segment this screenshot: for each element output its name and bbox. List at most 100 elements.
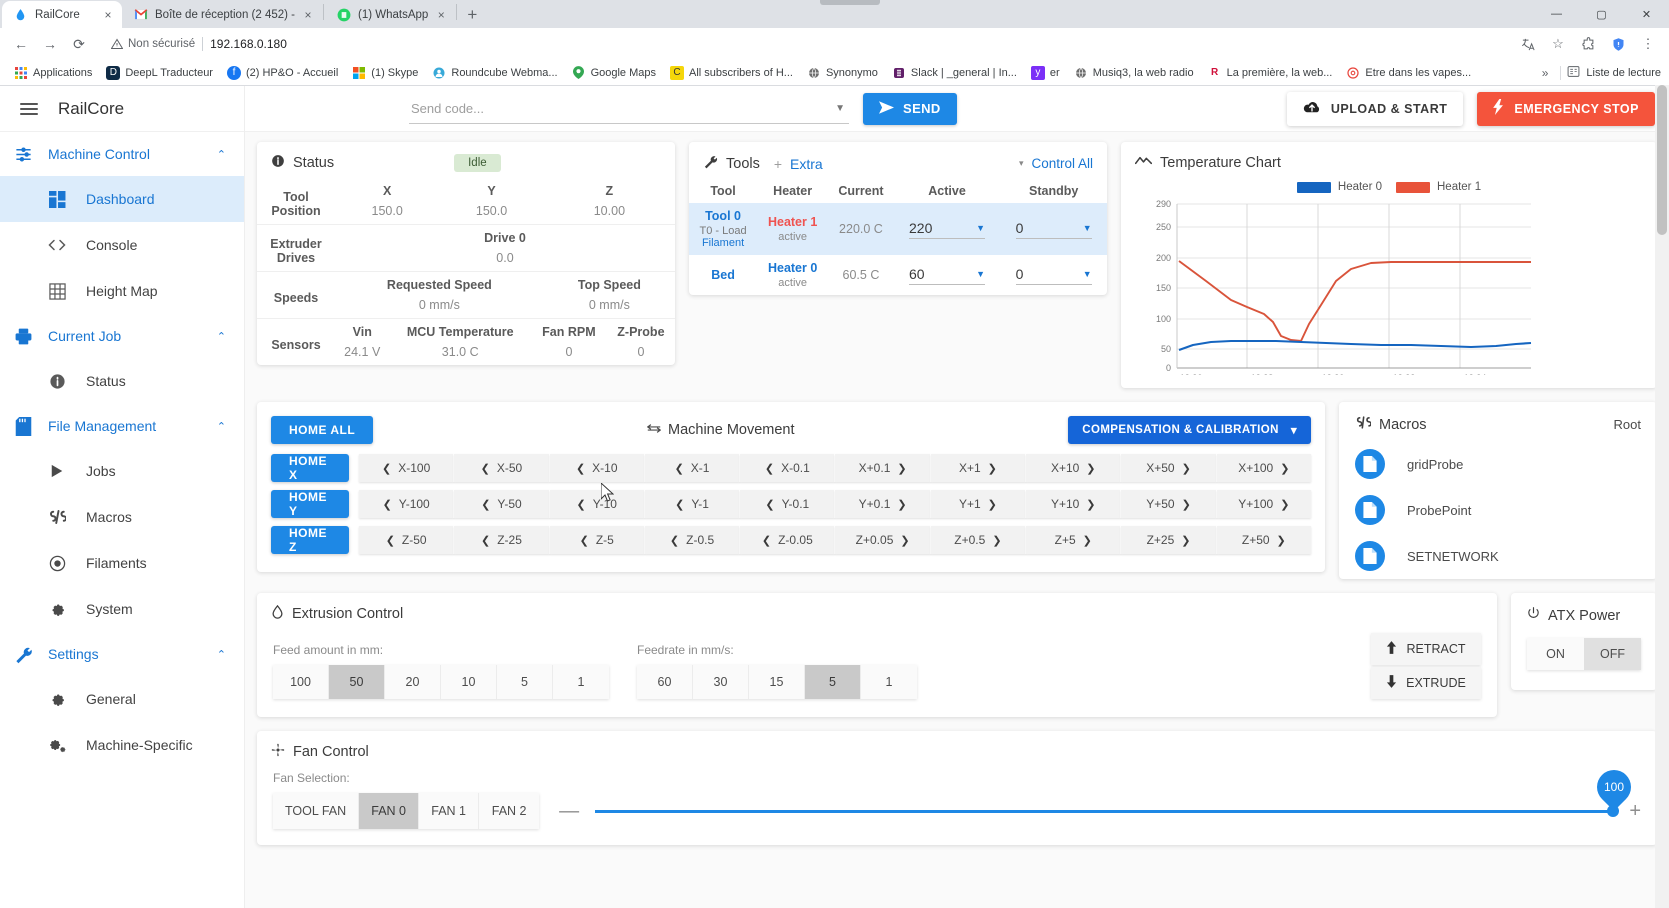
tool-cell[interactable]: Tool 0 T0 - Load Filament bbox=[689, 203, 757, 255]
hamburger-icon[interactable] bbox=[20, 102, 38, 115]
jog-x-plus-50[interactable]: X+50 ❯ bbox=[1121, 454, 1217, 482]
control-all-link[interactable]: Control All bbox=[1031, 156, 1093, 171]
jog-y-plus-50[interactable]: Y+50 ❯ bbox=[1121, 490, 1217, 518]
fan-option-fan-2[interactable]: FAN 2 bbox=[479, 793, 540, 829]
jog-y-minus-50[interactable]: ❮ Y-50 bbox=[454, 490, 550, 518]
chevron-down-icon[interactable]: ▾ bbox=[1019, 158, 1024, 169]
feed-option-1[interactable]: 1 bbox=[553, 665, 609, 699]
feedrate-option-1[interactable]: 1 bbox=[861, 665, 917, 699]
table-row[interactable]: Tool 0 T0 - Load Filament Heater 1 activ… bbox=[689, 203, 1107, 255]
page-scrollbar[interactable] bbox=[1655, 85, 1669, 908]
sidebar-group-settings[interactable]: Settings ⌃ bbox=[0, 632, 244, 676]
not-secure-badge[interactable]: Non sécurisé bbox=[111, 38, 195, 50]
sidebar-group-file-management[interactable]: File Management ⌃ bbox=[0, 404, 244, 448]
list-item[interactable]: ProbePoint bbox=[1339, 487, 1657, 533]
jog-x-minus-1[interactable]: ❮ X-1 bbox=[644, 454, 741, 482]
heater-cell[interactable]: Heater 1 active bbox=[757, 203, 828, 255]
compensation-calibration-button[interactable]: COMPENSATION & CALIBRATION ▾ bbox=[1068, 416, 1311, 444]
tool-cell[interactable]: Bed bbox=[689, 255, 757, 295]
jog-x-plus-10[interactable]: X+10 ❯ bbox=[1026, 454, 1122, 482]
chevron-down-icon[interactable]: ▼ bbox=[1083, 223, 1092, 233]
sidebar-item-system[interactable]: System bbox=[0, 586, 244, 632]
extra-link[interactable]: Extra bbox=[790, 156, 823, 172]
active-temp-select[interactable]: 220 ▼ bbox=[909, 220, 986, 239]
jog-y-minus-01[interactable]: ❮ Y-0.1 bbox=[740, 490, 836, 518]
feedrate-option-5[interactable]: 5 bbox=[805, 665, 861, 699]
bookmarks-overflow-icon[interactable]: » bbox=[1536, 66, 1555, 80]
sidebar-item-status[interactable]: Status bbox=[0, 358, 244, 404]
atx-off-button[interactable]: OFF bbox=[1584, 638, 1641, 670]
puzzle-icon[interactable] bbox=[1575, 31, 1601, 57]
feed-option-100[interactable]: 100 bbox=[273, 665, 329, 699]
browser-tab-gmail[interactable]: Boîte de réception (2 452) - hpo × bbox=[122, 1, 322, 28]
home-y-button[interactable]: HOME Y bbox=[271, 490, 349, 518]
bookmark-item[interactable]: Roundcube Webma... bbox=[426, 64, 563, 82]
atx-on-button[interactable]: ON bbox=[1527, 638, 1584, 670]
standby-temp-select[interactable]: 0 ▼ bbox=[1015, 220, 1092, 239]
jog-z-plus-25[interactable]: Z+25 ❯ bbox=[1121, 526, 1217, 554]
jog-x-minus-10[interactable]: ❮ X-10 bbox=[549, 454, 645, 482]
jog-y-minus-10[interactable]: ❮ Y-10 bbox=[549, 490, 645, 518]
retract-button[interactable]: RETRACT bbox=[1371, 633, 1481, 665]
chevron-down-icon[interactable]: ▼ bbox=[835, 103, 845, 114]
jog-z-plus-05[interactable]: Z+0.5 ❯ bbox=[930, 526, 1027, 554]
forward-icon[interactable]: → bbox=[37, 31, 63, 57]
jog-y-plus-1[interactable]: Y+1 ❯ bbox=[930, 490, 1027, 518]
close-icon[interactable]: × bbox=[435, 8, 447, 22]
chevron-down-icon[interactable]: ▼ bbox=[976, 269, 985, 279]
feed-option-10[interactable]: 10 bbox=[441, 665, 497, 699]
jog-z-minus-50[interactable]: ❮ Z-50 bbox=[359, 526, 455, 554]
sidebar-item-height-map[interactable]: Height Map bbox=[0, 268, 244, 314]
jog-z-minus-5[interactable]: ❮ Z-5 bbox=[549, 526, 645, 554]
translate-icon[interactable] bbox=[1515, 31, 1541, 57]
browser-tab-railcore[interactable]: RailCore × bbox=[2, 1, 122, 28]
jog-x-plus-01[interactable]: X+0.1 ❯ bbox=[835, 454, 931, 482]
jog-z-minus-25[interactable]: ❮ Z-25 bbox=[454, 526, 550, 554]
jog-y-minus-100[interactable]: ❮ Y-100 bbox=[359, 490, 455, 518]
jog-y-plus-100[interactable]: Y+100 ❯ bbox=[1216, 490, 1311, 518]
sidebar-item-macros[interactable]: Macros bbox=[0, 494, 244, 540]
scrollbar-thumb[interactable] bbox=[1657, 85, 1667, 235]
bookmark-item[interactable]: f (2) HP&O - Accueil bbox=[221, 64, 344, 82]
jog-y-plus-01[interactable]: Y+0.1 ❯ bbox=[835, 490, 931, 518]
jog-z-plus-005[interactable]: Z+0.05 ❯ bbox=[835, 526, 931, 554]
decrease-icon[interactable]: — bbox=[559, 800, 579, 823]
sidebar-item-jobs[interactable]: Jobs bbox=[0, 448, 244, 494]
fan-option-fan-1[interactable]: FAN 1 bbox=[419, 793, 480, 829]
close-icon[interactable]: × bbox=[302, 8, 314, 22]
address-bar[interactable]: Non sécurisé 192.168.0.180 bbox=[101, 31, 1508, 57]
bookmark-item[interactable]: Etre dans les vapes... bbox=[1340, 64, 1477, 82]
bookmark-item[interactable]: D DeepL Traducteur bbox=[100, 64, 219, 82]
sidebar-item-console[interactable]: Console bbox=[0, 222, 244, 268]
legend-item-heater-0[interactable]: Heater 0 bbox=[1296, 181, 1382, 193]
bookmark-item[interactable]: Applications bbox=[8, 64, 98, 82]
bookmark-item[interactable]: C All subscribers of H... bbox=[664, 64, 799, 82]
jog-z-minus-05[interactable]: ❮ Z-0.5 bbox=[644, 526, 741, 554]
home-all-button[interactable]: HOME ALL bbox=[271, 416, 374, 444]
sidebar-group-machine-control[interactable]: Machine Control ⌃ bbox=[0, 132, 244, 176]
reading-list-label[interactable]: Liste de lecture bbox=[1586, 67, 1661, 79]
chevron-down-icon[interactable]: ▼ bbox=[1083, 269, 1092, 279]
bookmark-item[interactable]: Musiq3, la web radio bbox=[1068, 64, 1200, 82]
sidebar-item-general[interactable]: General bbox=[0, 676, 244, 722]
sidebar-item-filaments[interactable]: Filaments bbox=[0, 540, 244, 586]
active-temp-cell[interactable]: 60 ▼ bbox=[894, 255, 1001, 295]
bookmark-item[interactable]: R La première, la web... bbox=[1202, 64, 1339, 82]
close-icon[interactable]: × bbox=[102, 8, 114, 22]
jog-x-plus-100[interactable]: X+100 ❯ bbox=[1216, 454, 1311, 482]
jog-y-plus-10[interactable]: Y+10 ❯ bbox=[1026, 490, 1122, 518]
reload-icon[interactable]: ⟳ bbox=[66, 31, 92, 57]
chevron-down-icon[interactable]: ▼ bbox=[976, 223, 985, 233]
standby-temp-cell[interactable]: 0 ▼ bbox=[1000, 255, 1107, 295]
list-item[interactable]: SETNETWORK bbox=[1339, 533, 1657, 579]
sidebar-group-current-job[interactable]: Current Job ⌃ bbox=[0, 314, 244, 358]
bookmark-item[interactable]: (1) Skype bbox=[346, 64, 424, 82]
send-button[interactable]: SEND bbox=[863, 92, 957, 125]
table-row[interactable]: Bed Heater 0 active 60.5 C 60 ▼ 0 ▼ bbox=[689, 255, 1107, 295]
maximize-button[interactable]: ▢ bbox=[1579, 0, 1624, 28]
home-z-button[interactable]: HOME Z bbox=[271, 526, 349, 554]
standby-temp-select[interactable]: 0 ▼ bbox=[1015, 266, 1092, 285]
jog-y-minus-1[interactable]: ❮ Y-1 bbox=[644, 490, 741, 518]
emergency-stop-button[interactable]: EMERGENCY STOP bbox=[1477, 91, 1655, 126]
bookmark-item[interactable]: y er bbox=[1025, 64, 1066, 82]
